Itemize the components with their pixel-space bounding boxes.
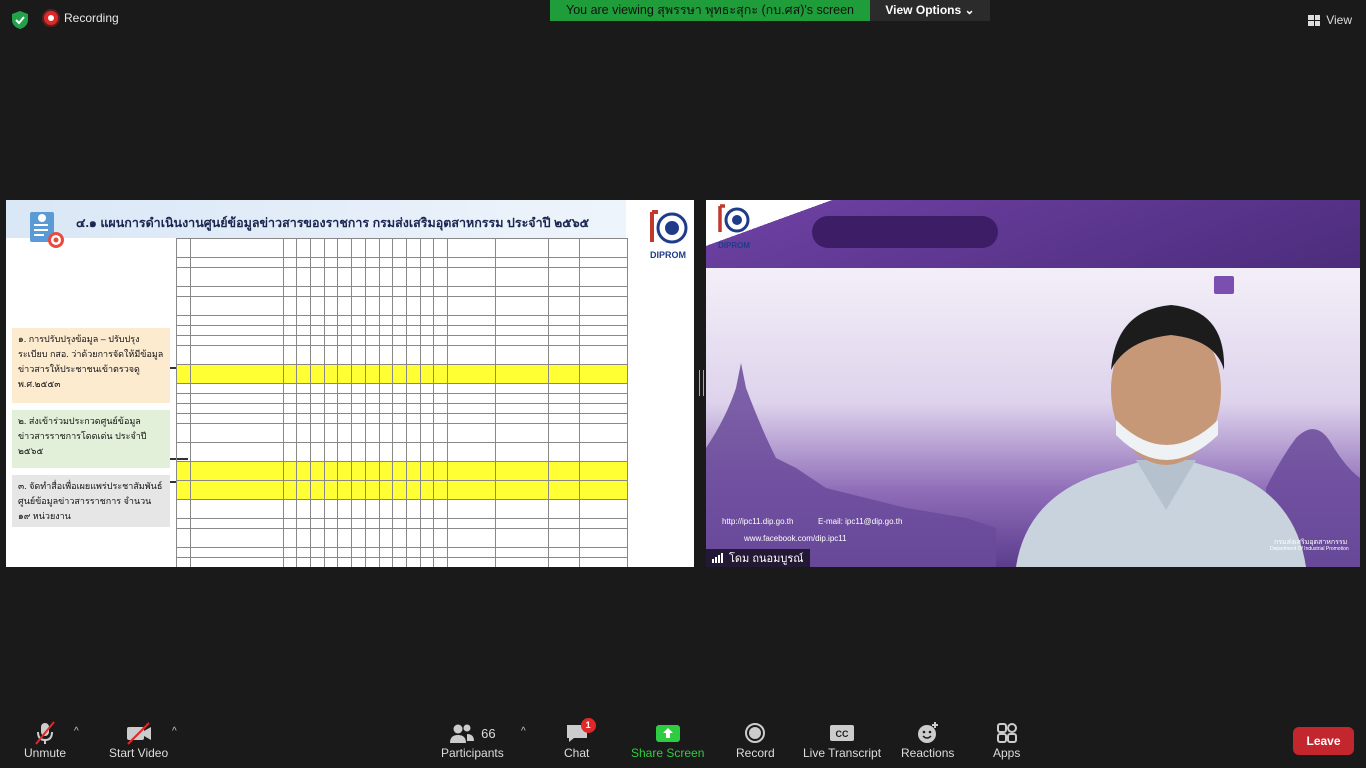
- microphone-muted-icon: [35, 721, 55, 745]
- chevron-down-icon: ⌄: [964, 3, 975, 17]
- apps-button[interactable]: Apps: [993, 720, 1020, 760]
- shared-screen[interactable]: ๔.๑ แผนการดำเนินงานศูนย์ข้อมูลข่าวสารของ…: [6, 200, 694, 567]
- participant-person-icon: [1016, 305, 1306, 567]
- grid-view-icon: [1308, 14, 1321, 26]
- chat-button[interactable]: 1 Chat: [564, 718, 596, 760]
- participant-video[interactable]: DIPROM http://ipc11.dip.go.th E-mail: ip…: [706, 200, 1360, 567]
- share-screen-icon: [655, 725, 680, 742]
- side-box-3: ๓. จัดทำสื่อเพื่อเผยแพร่ประชาสัมพันธ์ศูน…: [12, 475, 170, 527]
- cam-logo-text: DIPROM: [718, 241, 750, 250]
- audio-options-caret[interactable]: ^: [74, 726, 79, 737]
- svg-text:CC: CC: [836, 729, 849, 739]
- top-bar: Recording You are viewing สุพรรษา พุทธะส…: [0, 0, 1366, 40]
- signal-strength-icon: [712, 553, 723, 563]
- cam-url: http://ipc11.dip.go.th: [722, 517, 794, 526]
- participants-label: Participants: [441, 746, 504, 760]
- closed-caption-icon: CC: [830, 725, 855, 741]
- plan-table: [176, 238, 628, 567]
- cam-email: E-mail: ipc11@dip.go.th: [818, 517, 903, 526]
- view-label: View: [1326, 13, 1352, 27]
- reactions-label: Reactions: [901, 746, 955, 760]
- start-video-button[interactable]: Start Video: [109, 720, 168, 760]
- apps-icon: [996, 723, 1017, 743]
- unmute-label: Unmute: [24, 746, 67, 760]
- share-screen-label: Share Screen: [631, 746, 705, 760]
- meeting-toolbar: Unmute ^ Start Video ^ 66 Participants ^: [0, 708, 1366, 768]
- security-shield-icon[interactable]: [10, 10, 30, 30]
- participants-button[interactable]: 66 Participants: [441, 720, 504, 760]
- video-off-icon: [126, 722, 151, 745]
- document-target-icon: [30, 212, 64, 248]
- smiley-plus-icon: [917, 722, 938, 743]
- participants-count: 66: [481, 725, 496, 741]
- cam-diprom-logo: DIPROM: [718, 204, 750, 250]
- view-options-label: View Options: [885, 3, 962, 17]
- split-divider-handle[interactable]: [699, 370, 704, 396]
- unmute-button[interactable]: Unmute: [24, 720, 66, 760]
- recording-indicator[interactable]: Recording: [44, 11, 119, 25]
- record-button[interactable]: Record: [736, 720, 775, 760]
- leave-button[interactable]: Leave: [1293, 727, 1354, 755]
- viewing-banner: You are viewing สุพรรษา พุทธะสุกะ (กบ.ศส…: [550, 0, 870, 21]
- slide-header: ๔.๑ แผนการดำเนินงานศูนย์ข้อมูลข่าวสารของ…: [6, 200, 626, 248]
- cam-dept-en: Department Of Industrial Promotion: [1270, 546, 1349, 552]
- share-screen-button[interactable]: Share Screen: [631, 720, 704, 760]
- record-dot-icon: [44, 11, 58, 25]
- start-video-label: Start Video: [109, 746, 169, 760]
- view-options-button[interactable]: View Options ⌄: [870, 0, 990, 21]
- live-transcript-button[interactable]: CC Live Transcript: [803, 720, 881, 760]
- diprom-logo: DIPROM: [650, 210, 688, 260]
- cam-banner: [706, 200, 1360, 268]
- side-box-1: ๑. การปรับปรุงข้อมูล – ปรับปรุงระเบียบ ก…: [12, 328, 170, 403]
- banner-bar: [812, 216, 998, 248]
- cam-facebook: www.facebook.com/dip.ipc11: [744, 534, 847, 543]
- view-button[interactable]: View: [1308, 10, 1352, 30]
- side-box-2: ๒. ส่งเข้าร่วมประกวดศูนย์ข้อมูลข่าวสารรา…: [12, 410, 170, 468]
- video-options-caret[interactable]: ^: [172, 726, 177, 737]
- live-transcript-label: Live Transcript: [803, 746, 882, 760]
- apps-label: Apps: [993, 746, 1021, 760]
- reactions-button[interactable]: Reactions: [901, 720, 954, 760]
- chat-badge: 1: [580, 718, 596, 733]
- recording-label: Recording: [64, 11, 119, 25]
- participants-options-caret[interactable]: ^: [521, 726, 526, 737]
- record-icon: [745, 723, 766, 743]
- participant-name-tag: โดม ถนอมบูรณ์: [706, 549, 810, 567]
- slide-title: ๔.๑ แผนการดำเนินงานศูนย์ข้อมูลข่าวสารของ…: [76, 216, 590, 230]
- record-label: Record: [736, 746, 775, 760]
- diprom-logo-text: DIPROM: [650, 250, 686, 260]
- participants-icon: [450, 724, 475, 743]
- chat-label: Chat: [564, 746, 590, 760]
- participant-name: โดม ถนอมบูรณ์: [729, 553, 804, 565]
